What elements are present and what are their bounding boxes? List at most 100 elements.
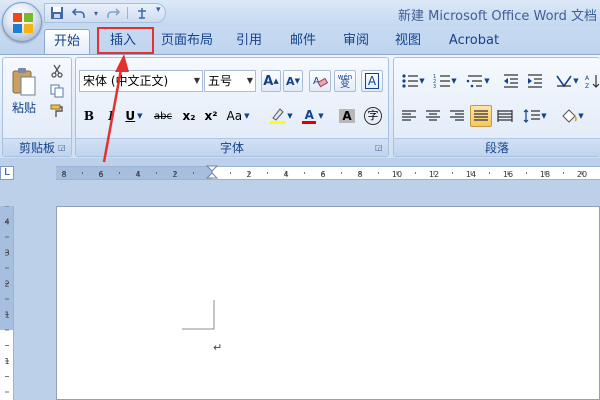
bold-icon: B (83, 109, 95, 123)
align-center-button[interactable] (422, 105, 444, 127)
chevron-down-icon: ▼ (193, 76, 200, 85)
ruler-label: 4 (4, 218, 9, 227)
line-spacing-button[interactable]: ▼ (520, 105, 550, 127)
font-size-combo[interactable]: 五号 ▼ (204, 70, 256, 92)
format-painter-button[interactable] (47, 102, 67, 120)
tab-review[interactable]: 审阅 (333, 29, 379, 54)
line-spacing-icon (523, 109, 541, 123)
tab-home[interactable]: 开始 (44, 29, 90, 54)
justify-icon (474, 110, 488, 121)
align-center-icon (426, 110, 440, 121)
strikethrough-icon: abc (154, 110, 172, 122)
enclose-characters-icon: 字 (364, 107, 382, 125)
tab-mailings[interactable]: 邮件 (280, 29, 326, 54)
justify-button[interactable] (470, 105, 492, 127)
ruler-label: 18 (540, 170, 550, 179)
numbered-list-icon: 123 (433, 74, 451, 89)
undo-dropdown-icon[interactable]: ▾ (93, 5, 99, 21)
ribbon-tabs: 开始 插入 页面布局 引用 邮件 审阅 视图 Acrobat (0, 26, 600, 54)
ribbon: 粘贴 剪贴板 ◲ 宋体 (中文正文) ▼ 五号 ▼ A ▲ A ▼ A wén … (0, 54, 600, 158)
align-right-icon (450, 110, 464, 121)
increase-indent-button[interactable] (524, 70, 546, 92)
tab-selector[interactable]: L (0, 166, 14, 180)
grow-font-button[interactable]: A ▲ (261, 70, 281, 92)
multilevel-list-icon (466, 75, 483, 88)
tab-page-layout[interactable]: 页面布局 (155, 29, 219, 54)
chinese-layout-button[interactable]: ▼ (552, 70, 582, 92)
margin-crop-mark (182, 300, 215, 330)
character-border-icon: A (364, 73, 380, 89)
shading-button[interactable]: ▼ (556, 105, 588, 127)
character-shading-button[interactable]: A (336, 105, 358, 127)
text-highlight-button[interactable]: ▼ (266, 105, 296, 127)
office-button[interactable] (2, 2, 42, 42)
distributed-button[interactable] (494, 105, 516, 127)
annotation-arrow-icon (102, 54, 129, 163)
ruler-label: 2 (4, 280, 9, 289)
phonetic-guide-button[interactable]: wén 变 (334, 70, 356, 92)
copy-icon (50, 84, 64, 98)
tab-references[interactable]: 引用 (226, 29, 272, 54)
svg-text:3: 3 (433, 84, 436, 89)
character-border-button[interactable]: A (361, 70, 383, 92)
highlighter-icon (270, 108, 287, 124)
ruler-label: 20 (577, 170, 587, 179)
sort-button[interactable]: AZ (584, 70, 600, 92)
ruler-label: 8 (357, 170, 362, 179)
align-left-button[interactable] (398, 105, 420, 127)
cut-button[interactable] (47, 62, 67, 80)
copy-button[interactable] (47, 82, 67, 100)
multilevel-list-button[interactable]: ▼ (462, 70, 494, 92)
paragraph-mark: ↵ (213, 341, 223, 354)
qat-separator (127, 7, 128, 19)
font-size-value: 五号 (208, 74, 233, 88)
font-color-button[interactable]: A ▼ (298, 105, 328, 127)
ruler-label: 1 (4, 311, 9, 320)
tab-acrobat[interactable]: Acrobat (442, 29, 506, 54)
clipboard-dialog-launcher-icon[interactable]: ◲ (58, 143, 68, 153)
distributed-icon (497, 110, 513, 122)
svg-text:Z: Z (585, 83, 589, 89)
format-painter-icon (50, 104, 63, 117)
ruler-label: 16 (503, 170, 513, 179)
ruler-label: 2 (172, 170, 177, 179)
customize-icon[interactable] (134, 5, 150, 21)
ruler-label: 3 (4, 249, 9, 258)
clear-formatting-button[interactable]: A (309, 70, 331, 92)
paragraph-group-label: 段落 (394, 138, 600, 156)
redo-icon[interactable] (105, 5, 121, 21)
chevron-down-icon: ▼ (246, 76, 253, 85)
vertical-ruler[interactable]: 4 3 2 1 1 (0, 206, 14, 400)
change-case-button[interactable]: Aa ▼ (224, 105, 252, 127)
window-title: 新建 Microsoft Office Word 文档 (398, 9, 598, 24)
decrease-indent-button[interactable] (500, 70, 522, 92)
paragraph-group: ▼ 1 2 3 ▼ ▼ ▼ AZ ▼ ▼ 段落 (393, 57, 600, 157)
save-icon[interactable] (49, 5, 65, 21)
subscript-button[interactable]: x₂ (179, 105, 199, 127)
clipboard-group: 粘贴 剪贴板 ◲ (2, 57, 72, 157)
paste-button[interactable]: 粘贴 (7, 62, 41, 120)
ruler-label: 4 (283, 170, 288, 179)
numbering-button[interactable]: 1 2 3 ▼ (430, 70, 460, 92)
title-bar: ▾ ▾ 新建 Microsoft Office Word 文档 (0, 0, 600, 26)
paste-icon (12, 67, 36, 95)
vertical-ruler-ticks: 4 3 2 1 1 (4, 206, 10, 393)
shrink-font-button[interactable]: A ▼ (283, 70, 303, 92)
align-right-button[interactable] (446, 105, 468, 127)
ruler-label: 2 (246, 170, 251, 179)
document-page[interactable]: ↵ (56, 206, 600, 400)
font-dialog-launcher-icon[interactable]: ◲ (375, 143, 385, 153)
tab-view[interactable]: 视图 (385, 29, 431, 54)
ruler-label: 6 (98, 170, 103, 179)
bullets-button[interactable]: ▼ (398, 70, 428, 92)
chinese-layout-icon (556, 75, 572, 88)
indent-marker-icon[interactable] (206, 165, 218, 179)
superscript-button[interactable]: x² (201, 105, 221, 127)
ruler-label: 4 (135, 170, 140, 179)
undo-icon[interactable] (71, 5, 87, 21)
qat-more-icon[interactable]: ▾ (156, 5, 161, 15)
ruler-label: 10 (392, 170, 402, 179)
ruler-label: 8 (61, 170, 66, 179)
font-color-icon: A (304, 107, 314, 122)
enclose-characters-button[interactable]: 字 (362, 105, 384, 127)
